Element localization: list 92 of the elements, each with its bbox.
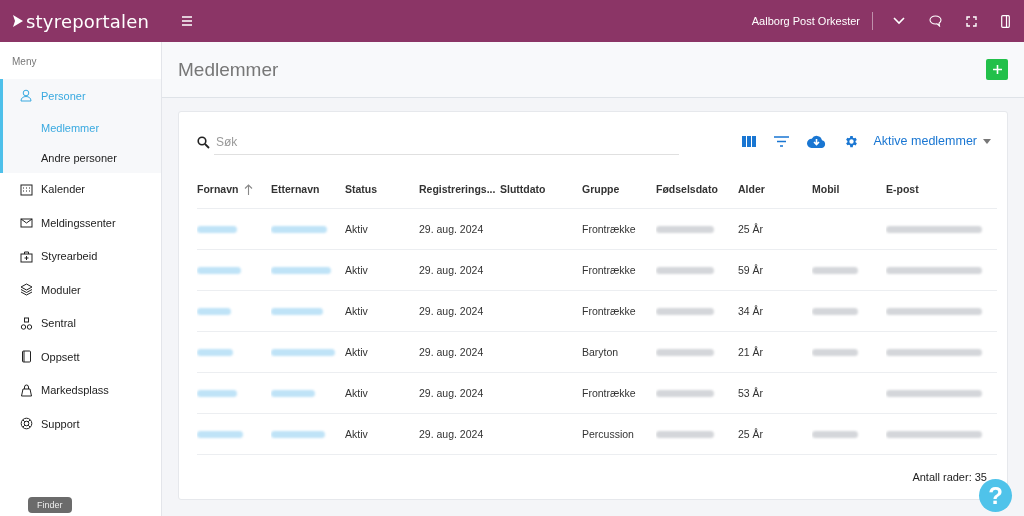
blurred-last-name[interactable] — [271, 389, 315, 397]
table-cell: 25 År — [738, 223, 764, 235]
blurred-last-name[interactable] — [271, 348, 335, 356]
table-cell: 29. aug. 2024 — [419, 387, 484, 399]
fullscreen-icon[interactable] — [966, 15, 977, 27]
table-cell: Baryton — [582, 346, 619, 358]
columns-icon[interactable] — [741, 135, 756, 147]
table-cell: Aktiv — [345, 305, 368, 317]
filter-dropdown[interactable]: Aktive medlemmer — [867, 134, 997, 148]
blurred-first-name[interactable] — [197, 389, 237, 397]
column-header[interactable]: Gruppe — [582, 183, 620, 195]
sidebar-item[interactable]: Kalender — [0, 172, 161, 206]
blurred-last-name[interactable] — [271, 430, 325, 438]
blurred-birthdate — [656, 430, 714, 438]
table-cell: 29. aug. 2024 — [419, 264, 484, 276]
table-cell: 29. aug. 2024 — [419, 428, 484, 440]
blurred-first-name[interactable] — [197, 307, 231, 315]
lifebuoy-icon — [20, 417, 33, 431]
table-cell: Aktiv — [345, 264, 368, 276]
blurred-last-name[interactable] — [271, 225, 327, 233]
blurred-last-name[interactable] — [271, 307, 323, 315]
table-cell: 25 År — [738, 428, 764, 440]
sidebar-item[interactable]: Moduler — [0, 273, 161, 307]
table-cell: Aktiv — [345, 428, 368, 440]
tablet-icon — [20, 350, 33, 364]
caret-icon — [983, 138, 991, 144]
envelope-icon — [20, 216, 33, 230]
sidebar-heading: Meny — [11, 56, 38, 69]
table-cell: Aktiv — [345, 387, 368, 399]
search-field[interactable]: Søk — [214, 129, 679, 155]
table-cell: Percussion — [582, 428, 634, 440]
finder-tooltip: Finder — [28, 497, 72, 513]
sidebar-subitem[interactable]: Andre personer — [3, 142, 161, 173]
table-cell: 29. aug. 2024 — [419, 346, 484, 358]
table-cell: Frontrække — [582, 223, 636, 235]
cloud-download-icon[interactable] — [806, 134, 826, 148]
sidebar-item[interactable]: Sentral — [0, 306, 161, 340]
page-title: Medlemmer — [178, 58, 280, 81]
filter-icon[interactable] — [773, 135, 789, 147]
add-button[interactable] — [986, 59, 1008, 80]
column-header[interactable]: Fornavn — [197, 183, 239, 195]
blurred-birthdate — [656, 266, 714, 274]
column-header[interactable]: Fødselsdato — [656, 183, 718, 195]
table-cell: Frontrække — [582, 264, 636, 276]
menu-icon[interactable] — [181, 16, 194, 26]
nodes-icon — [20, 316, 33, 330]
chat-bubble-icon[interactable] — [929, 15, 942, 27]
table-cell: 53 År — [738, 387, 764, 399]
chevron-logo-icon — [12, 14, 24, 28]
sidebar-item[interactable]: Styrearbeid — [0, 239, 161, 273]
column-header[interactable]: Mobil — [812, 183, 840, 195]
column-header[interactable]: Registrerings... — [419, 183, 496, 195]
sort-arrow-icon[interactable] — [244, 183, 254, 195]
table-cell: Frontrække — [582, 387, 636, 399]
panel-icon[interactable] — [1001, 14, 1010, 28]
blurred-birthdate — [656, 389, 714, 397]
settings-icon[interactable] — [843, 133, 859, 149]
sidebar-item[interactable]: Meldingssenter — [0, 206, 161, 240]
table-cell: Frontrække — [582, 305, 636, 317]
blurred-first-name[interactable] — [197, 225, 237, 233]
shopping-bag-icon — [20, 383, 33, 397]
search-icon — [197, 135, 210, 149]
column-header[interactable]: Alder — [738, 183, 765, 195]
layers-icon — [20, 283, 33, 297]
table-cell: Aktiv — [345, 346, 368, 358]
column-header[interactable]: Status — [345, 183, 378, 195]
chevron-down-icon[interactable] — [893, 17, 905, 25]
person-icon — [20, 89, 33, 103]
sidebar-item[interactable]: Markedsplass — [0, 373, 161, 407]
blurred-birthdate — [656, 348, 714, 356]
blurred-first-name[interactable] — [197, 430, 243, 438]
logo-text: styreportalen — [26, 10, 150, 32]
organization-name: Aalborg Post Orkester — [751, 15, 860, 27]
briefcase-icon — [20, 249, 33, 263]
sidebar-item[interactable]: Oppsett — [0, 340, 161, 374]
column-header[interactable]: Sluttdato — [500, 183, 546, 195]
blurred-first-name[interactable] — [197, 266, 241, 274]
blurred-birthdate — [656, 225, 714, 233]
table-cell: 21 År — [738, 346, 764, 358]
sidebar-item[interactable]: Support — [0, 407, 161, 441]
table-cell: 34 År — [738, 305, 764, 317]
blurred-last-name[interactable] — [271, 266, 331, 274]
blurred-first-name[interactable] — [197, 348, 233, 356]
plus-icon — [992, 65, 1002, 74]
calendar-icon — [20, 182, 33, 196]
table-cell: 59 År — [738, 264, 764, 276]
blurred-birthdate — [656, 307, 714, 315]
table-cell: 29. aug. 2024 — [419, 223, 484, 235]
column-header[interactable]: E-post — [886, 183, 919, 195]
table-cell: 29. aug. 2024 — [419, 305, 484, 317]
table-cell: Aktiv — [345, 223, 368, 235]
column-header[interactable]: Etternavn — [271, 183, 320, 195]
